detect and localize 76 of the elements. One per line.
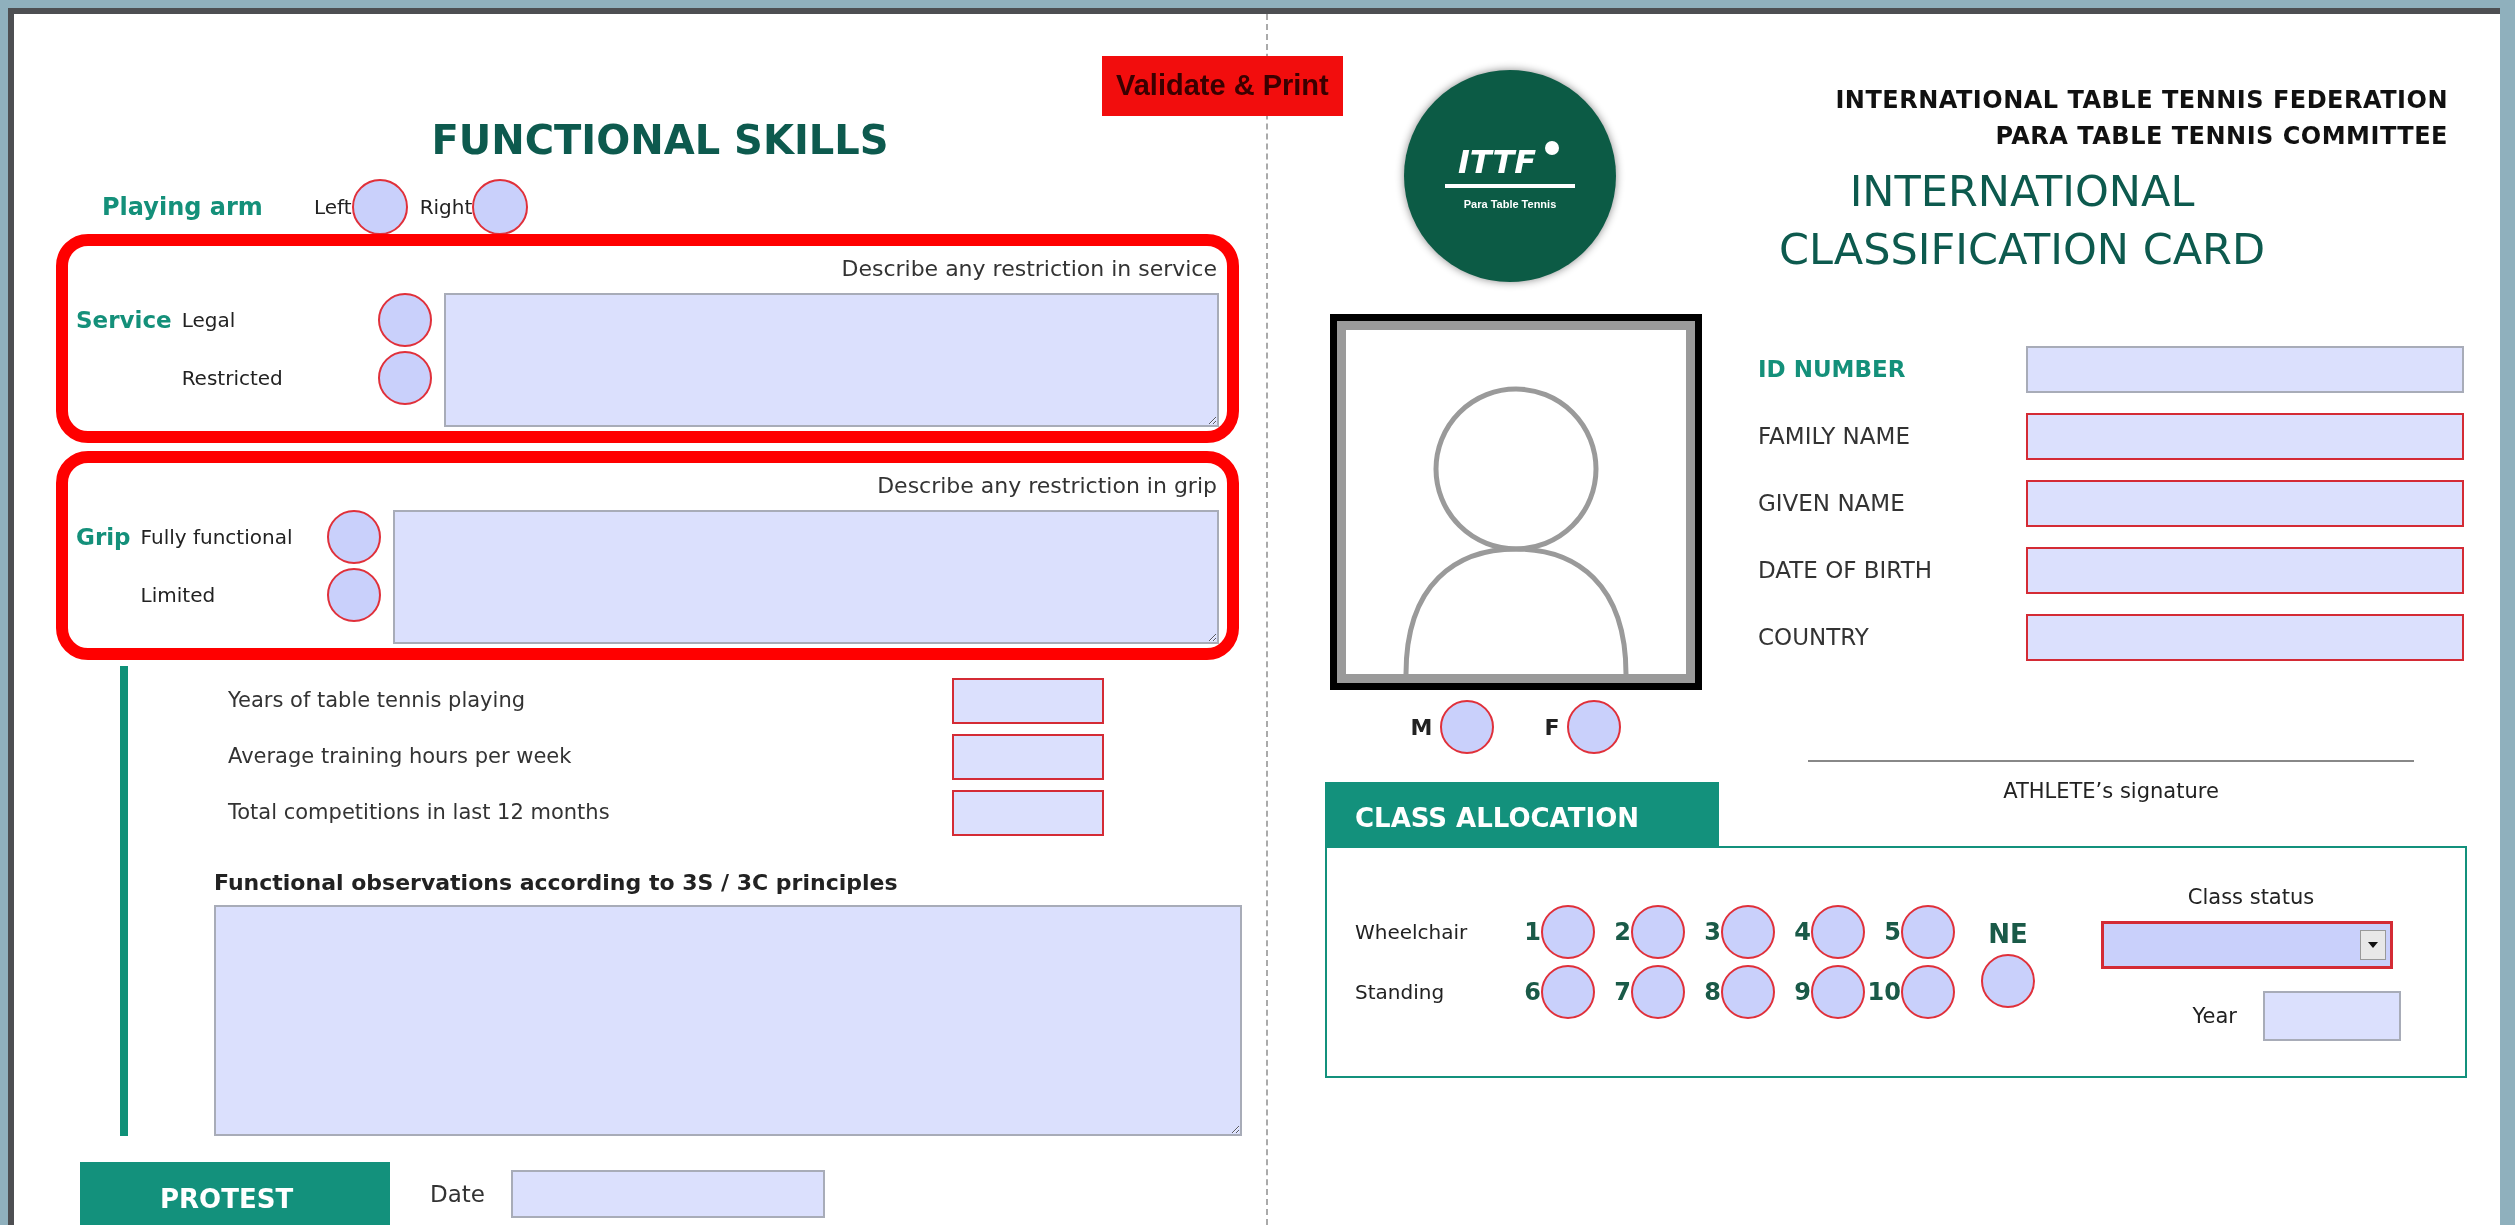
card-title: CLASSIFICATION CARD <box>1778 223 2266 276</box>
option-label: Limited <box>140 582 216 609</box>
radio-button[interactable] <box>1631 904 1685 959</box>
option-label: Legal <box>181 307 236 334</box>
field-label: Functional observations according to 3S / 3C principles <box>214 869 899 897</box>
class-number: 10 <box>1867 976 1901 1008</box>
radio-button[interactable] <box>326 568 381 622</box>
row-label: Wheelchair <box>1355 918 1469 946</box>
organization-name: INTERNATIONAL TABLE TENNIS FEDERATION <box>1835 85 2448 116</box>
radio-button[interactable] <box>1721 964 1775 1019</box>
field-hint: Describe any restriction in service <box>841 255 1217 283</box>
radio-button[interactable] <box>1440 700 1495 754</box>
input-field[interactable] <box>952 734 1104 780</box>
class-status-dropdown[interactable] <box>2101 921 2393 970</box>
class-number: 7 <box>1614 976 1631 1008</box>
input-field[interactable] <box>2263 991 2401 1042</box>
radio-button[interactable] <box>1721 904 1775 959</box>
field-label: Class status <box>2187 883 2315 911</box>
committee-name: PARA TABLE TENNIS COMMITTEE <box>1995 121 2448 152</box>
field-label: COUNTRY <box>1758 623 1870 653</box>
field-label: Total competitions in last 12 months <box>228 799 610 827</box>
class-number: 2 <box>1614 916 1631 948</box>
radio-button[interactable] <box>377 293 432 347</box>
logo-icon: ITTF Para Table Tennis <box>1404 70 1616 282</box>
radio-button[interactable] <box>351 179 408 235</box>
radio-button[interactable] <box>1901 964 1955 1019</box>
radio-button[interactable] <box>472 179 529 235</box>
class-number: 6 <box>1524 976 1541 1008</box>
field-label: DATE OF BIRTH <box>1758 556 1933 586</box>
card-title: INTERNATIONAL <box>1849 165 2195 218</box>
option-label: Right <box>419 194 473 221</box>
input-field[interactable] <box>952 790 1104 836</box>
row-label: Standing <box>1355 978 1446 1006</box>
radio-button[interactable] <box>1811 964 1865 1019</box>
validate-print-button[interactable]: Validate & Print <box>1102 56 1343 116</box>
input-field[interactable] <box>952 678 1104 724</box>
input-field[interactable] <box>511 1170 825 1218</box>
input-field[interactable] <box>2026 413 2464 460</box>
option-label: F <box>1544 713 1560 742</box>
class-number: 1 <box>1524 916 1541 948</box>
radio-button[interactable] <box>1541 904 1595 959</box>
option-label: Restricted <box>181 365 283 392</box>
section-title: FUNCTIONAL SKILLS <box>431 116 889 165</box>
signature-label: ATHLETE’s signature <box>2003 778 2219 805</box>
radio-button[interactable] <box>326 510 381 564</box>
field-label: Playing arm <box>102 192 264 223</box>
class-number: NE <box>1988 918 2028 951</box>
input-field[interactable] <box>2026 346 2464 393</box>
field-label: GIVEN NAME <box>1758 489 1906 519</box>
field-label: ID NUMBER <box>1758 355 1907 385</box>
field-label: Years of table tennis playing <box>228 687 525 715</box>
option-label: Left <box>314 194 352 221</box>
section-label: Service <box>76 306 172 335</box>
class-number: 4 <box>1794 916 1811 948</box>
field-label: Average training hours per week <box>228 743 572 771</box>
radio-button[interactable] <box>1631 964 1685 1019</box>
input-field[interactable] <box>2026 480 2464 527</box>
class-number: 3 <box>1704 916 1721 948</box>
radio-button[interactable] <box>1567 700 1622 754</box>
input-field[interactable] <box>2026 547 2464 594</box>
radio-button[interactable] <box>1811 904 1865 959</box>
class-number: 9 <box>1794 976 1811 1008</box>
section-label: Grip <box>76 523 131 552</box>
class-number: 5 <box>1884 916 1901 948</box>
input-field[interactable] <box>2026 614 2464 661</box>
radio-button[interactable] <box>1981 954 2035 1008</box>
radio-button[interactable] <box>377 351 432 405</box>
field-label: Year <box>2192 1002 2237 1030</box>
field-label: FAMILY NAME <box>1758 422 1911 452</box>
option-label: Fully functional <box>140 524 293 551</box>
radio-button[interactable] <box>1541 964 1595 1019</box>
class-number: 8 <box>1704 976 1721 1008</box>
field-hint: Describe any restriction in grip <box>877 472 1217 500</box>
option-label: M <box>1410 713 1433 742</box>
field-label: Date <box>430 1179 485 1209</box>
radio-button[interactable] <box>1901 904 1955 959</box>
